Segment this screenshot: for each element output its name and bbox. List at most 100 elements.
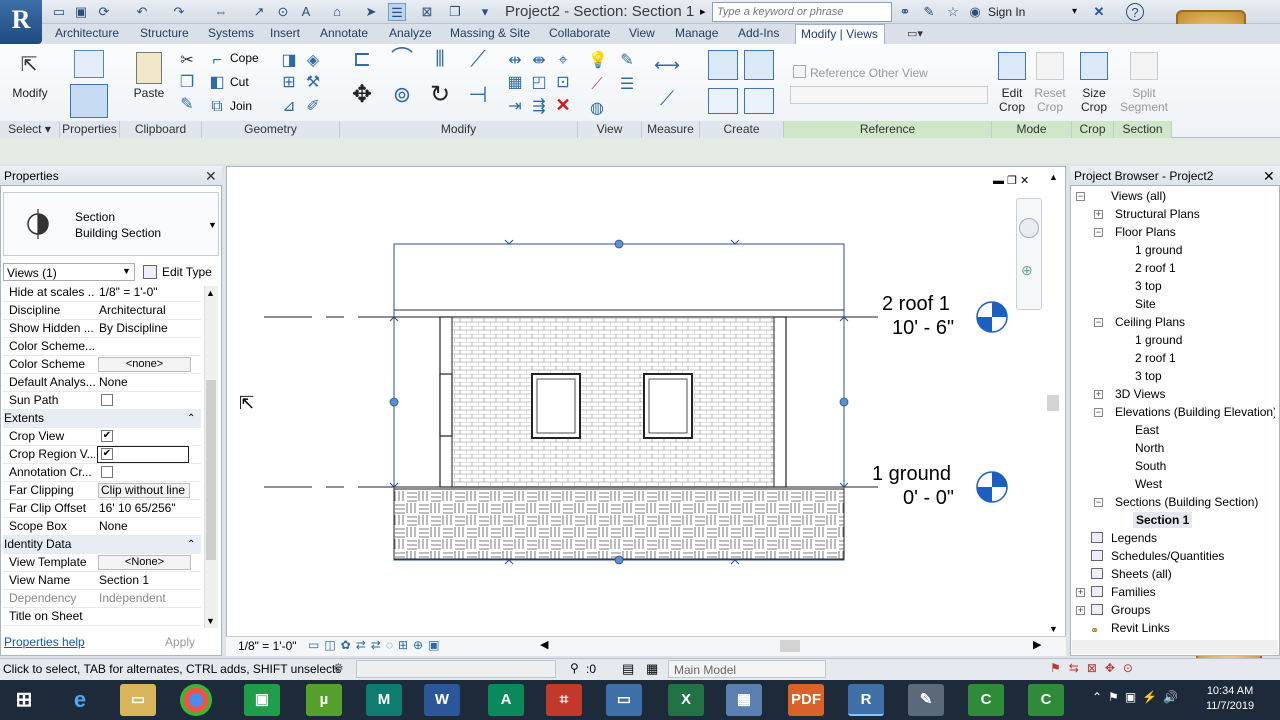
properties-icon[interactable] [70,84,108,118]
help-search-input[interactable]: Type a keyword or phrase [712,2,892,22]
prop-row-discipline[interactable]: Discipline Architectural [3,302,201,320]
level-head-ground[interactable] [976,471,1008,503]
steering-wheel-icon[interactable] [1019,218,1039,238]
sync-icon[interactable]: ⟳ [95,3,113,21]
modify-button[interactable]: Modify [8,86,52,100]
prop-row-crop-view[interactable]: Crop View ✔ [3,428,201,446]
tree-item-section-1[interactable]: Section 1 [1133,512,1193,528]
trim-single-icon[interactable]: ⇥ [506,98,524,116]
tree-item-legends[interactable]: Legends [1111,531,1157,545]
tree-item-elevation-north[interactable]: North [1135,441,1164,455]
undo-icon[interactable]: ↶ [133,3,151,21]
create-group-icon[interactable] [708,88,738,114]
hide-in-view-icon[interactable]: 💡 [588,52,608,70]
expand-toggle-icon[interactable]: + [1094,390,1103,399]
user-icon[interactable]: ◉ [966,3,984,21]
annotation-crop-checkbox[interactable] [101,466,113,478]
view-range-icon[interactable]: ☰ [618,76,636,94]
align-icon[interactable]: ⊏ [348,48,376,78]
view-template-button[interactable]: <None> [98,555,191,570]
window-right[interactable] [643,373,693,439]
scroll-up-icon[interactable]: ▲ [206,288,215,298]
crop-region-visible-checkbox[interactable]: ✔ [101,448,113,460]
instance-filter-dropdown[interactable]: Views (1) [3,263,135,281]
modify-cursor-icon[interactable]: ⇱ [18,55,40,75]
canvas-scroll-up-icon[interactable]: ▲ [1049,172,1058,182]
prop-row-far-clipping[interactable]: Far Clipping Clip without line [3,482,201,500]
design-option-dropdown[interactable]: Main Model [668,660,826,678]
worksets-icon[interactable]: ⚙ [333,661,344,675]
tree-item-sections[interactable]: Sections (Building Section) [1115,495,1258,509]
join-icon[interactable]: ⧉ [208,98,226,116]
reference-view-dropdown[interactable] [790,86,988,104]
instance-filter-chevron-icon[interactable]: ▼ [122,266,131,276]
copy-clipboard-icon[interactable]: ❐ [178,74,196,92]
apply-button[interactable]: Apply [140,633,220,651]
delete-icon[interactable]: ✕ [554,96,572,114]
subscription-icon[interactable]: ✎ [920,3,938,21]
hscroll-right-icon[interactable]: ▶ [1033,638,1041,651]
maya-icon[interactable]: M [366,684,402,716]
size-crop-button[interactable]: Size Crop [1074,86,1114,114]
photos-icon[interactable]: ▭ [606,684,642,716]
autocad-icon[interactable]: A [488,684,524,716]
tab-annotate[interactable]: Annotate [320,26,368,40]
dimension-icon[interactable]: ↗ [250,3,268,21]
tree-item-elevation-east[interactable]: East [1135,423,1159,437]
type-properties-icon[interactable] [74,50,104,78]
prop-row-show-hidden[interactable]: Show Hidden ... By Discipline [3,320,201,338]
text-icon[interactable]: A [297,3,315,21]
tree-item-3d-views[interactable]: 3D Views [1115,387,1165,401]
tree-item-views-all[interactable]: Views (all) [1111,189,1166,203]
help-icon[interactable]: ? [1126,3,1144,21]
exchange-apps-icon[interactable]: ✕ [1090,3,1108,21]
sign-in-dropdown-icon[interactable]: ▾ [1072,6,1077,17]
collapse-toggle-icon[interactable]: − [1094,228,1103,237]
paint-icon[interactable]: ◈ [304,52,322,70]
size-crop-icon[interactable] [1080,52,1108,80]
filter-icon[interactable]: ◍ [588,100,606,118]
aligned-dimension-icon[interactable]: ⟋ [652,89,682,109]
excel-icon[interactable]: X [668,684,704,716]
cope-icon[interactable]: ⌐ [208,52,226,70]
tree-item-floor-plans[interactable]: Floor Plans [1115,225,1176,239]
tree-item-revit-links[interactable]: Revit Links [1111,621,1170,635]
wall-joins-icon[interactable]: ⊞ [280,74,298,92]
tree-item-floor-site[interactable]: Site [1135,297,1156,311]
level-ground-elevation[interactable]: 0' - 0" [903,488,954,508]
cut-clipboard-icon[interactable]: ✂ [178,52,196,70]
override-graphics-icon[interactable]: ✎ [618,52,636,70]
collapse-icon[interactable]: ⌃ [187,536,195,553]
type-selector-dropdown-icon[interactable]: ▼ [208,220,217,230]
prop-group-identity-data[interactable]: Identity Data ⌃ [3,536,201,554]
store-icon[interactable]: ▣ [244,684,280,716]
tab-collaborate[interactable]: Collaborate [549,26,610,40]
redo-icon[interactable]: ↷ [170,3,188,21]
tab-add-ins[interactable]: Add-Ins [738,26,779,40]
brick-wall[interactable] [451,316,775,488]
sign-in-button[interactable]: Sign In [988,5,1025,19]
sun-path-checkbox[interactable] [101,394,113,406]
demolish-icon[interactable]: ⚒ [304,74,322,92]
create-assembly-icon[interactable] [708,50,738,80]
tag-icon[interactable]: ⊙ [274,3,292,21]
paint-icon-taskbar[interactable]: ✎ [908,684,944,716]
tree-item-ceiling-2-roof-1[interactable]: 2 roof 1 [1135,351,1176,365]
tab-systems[interactable]: Systems [208,26,254,40]
tree-item-families[interactable]: Families [1111,585,1156,599]
copy-icon[interactable]: ⊚ [388,84,416,114]
beam-join-icon[interactable]: ⊿ [280,98,298,116]
3d-view-icon[interactable]: ⌂ [328,3,346,21]
color-scheme-button[interactable]: <none> [98,357,191,372]
paste-icon[interactable] [136,52,162,84]
collapse-toggle-icon[interactable]: − [1076,192,1085,201]
save-icon[interactable]: ▣ [72,3,90,21]
hscroll-left-icon[interactable]: ◀ [540,638,548,651]
canvas-scroll-thumb[interactable] [1047,395,1059,411]
prop-row-annotation-crop[interactable]: Annotation Cr... [3,464,201,482]
scroll-down-icon[interactable]: ▼ [206,616,215,626]
zoom-icon[interactable]: ⊕ [1021,262,1033,279]
pdf-icon[interactable]: PDF [788,684,824,716]
cut-geometry-icon[interactable]: ◧ [208,74,226,92]
prop-group-extents[interactable]: Extents ⌃ [3,410,201,428]
